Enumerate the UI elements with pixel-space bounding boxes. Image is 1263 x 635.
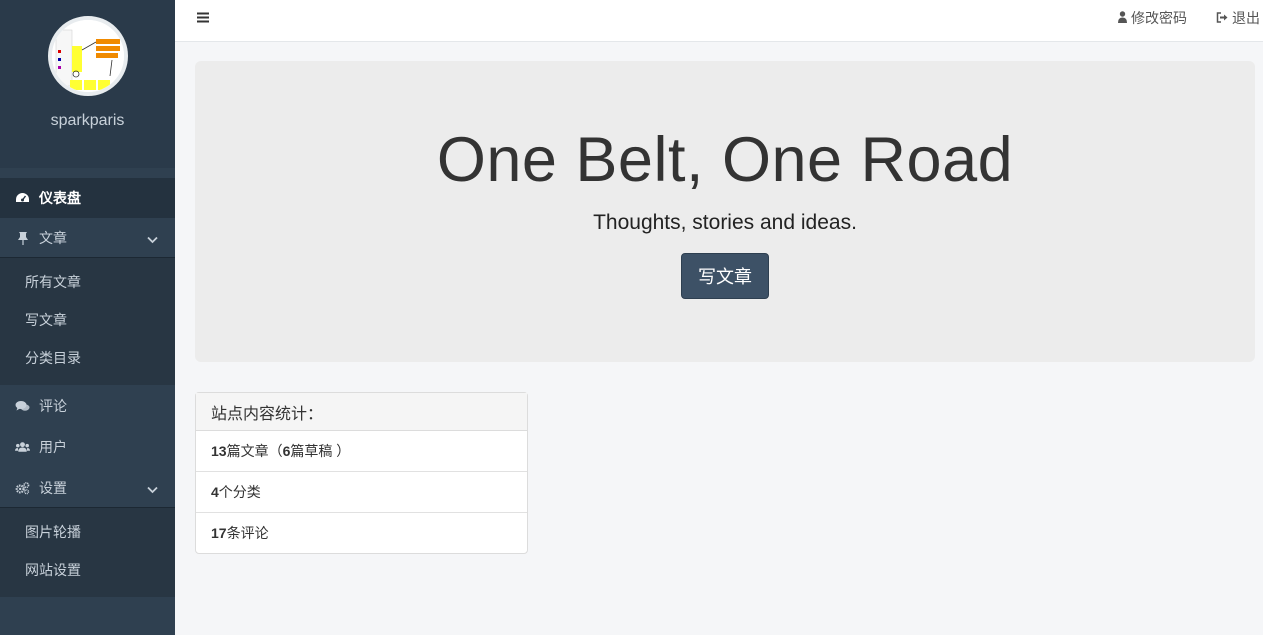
drafts-count: 6 — [282, 443, 291, 459]
chevron-down-icon — [147, 231, 158, 247]
comments-label: 条评论 — [226, 525, 269, 541]
comments-icon — [15, 399, 30, 414]
sidebar-item-label: 设置 — [39, 479, 67, 496]
write-article-button[interactable]: 写文章 — [681, 253, 769, 299]
stats-categories-row: 4 个分类 — [196, 472, 527, 513]
posts-count: 13 — [211, 443, 227, 459]
site-title: One Belt, One Road — [436, 125, 1014, 195]
logout-link[interactable]: 退出 — [1216, 8, 1260, 28]
articles-submenu: 所有文章 写文章 分类目录 — [0, 258, 175, 385]
logout-label: 退出 — [1232, 10, 1260, 26]
sign-out-icon — [1216, 10, 1232, 26]
stats-posts-row: 13 篇文章（ 6 篇草稿 ） — [196, 431, 527, 472]
sidebar-item-comments[interactable]: 评论 — [0, 386, 175, 426]
settings-submenu: 图片轮播 网站设置 — [0, 508, 175, 597]
jumbotron: One Belt, One Road Thoughts, stories and… — [195, 61, 1255, 362]
change-password-label: 修改密码 — [1131, 10, 1187, 26]
menu-divider — [0, 168, 175, 178]
avatar[interactable] — [47, 16, 128, 96]
drafts-label: 篇草稿 ） — [290, 443, 351, 459]
sidebar-item-label: 文章 — [39, 229, 67, 246]
sidebar-item-dashboard[interactable]: 仪表盘 — [0, 178, 175, 218]
stats-panel: 站点内容统计： 13 篇文章（ 6 篇草稿 ） 4 个分类 17 条评论 — [195, 392, 528, 554]
stats-comments-row: 17 条评论 — [196, 513, 527, 553]
user-icon — [1118, 10, 1131, 26]
sidebar-item-label: 仪表盘 — [39, 190, 81, 206]
sidebar-subitem-slides[interactable]: 图片轮播 — [0, 513, 175, 551]
categories-count: 4 — [211, 484, 219, 500]
sidebar: sparkparis 仪表盘 文章 所有文章 写文章 分类目录 评论 用户 设置… — [0, 0, 175, 635]
username: sparkparis — [50, 112, 125, 129]
stats-heading: 站点内容统计： — [196, 393, 527, 431]
thumbtack-icon — [15, 230, 30, 245]
users-icon — [15, 440, 30, 455]
dashboard-icon — [15, 191, 30, 206]
sidebar-subitem-site-settings[interactable]: 网站设置 — [0, 551, 175, 589]
sidebar-item-articles[interactable]: 文章 — [0, 218, 175, 258]
cogs-icon — [15, 480, 30, 495]
sidebar-subitem-categories[interactable]: 分类目录 — [0, 339, 175, 377]
categories-label: 个分类 — [218, 484, 261, 500]
bars-icon[interactable] — [197, 10, 209, 28]
sidebar-subitem-write-article[interactable]: 写文章 — [0, 301, 175, 339]
site-subtitle: Thoughts, stories and ideas. — [593, 211, 857, 234]
posts-label: 篇文章（ — [226, 443, 283, 459]
sidebar-item-settings[interactable]: 设置 — [0, 468, 175, 508]
comments-count: 17 — [211, 525, 227, 541]
chevron-down-icon — [147, 481, 158, 497]
topbar: 修改密码 退出 — [175, 0, 1263, 42]
profile: sparkparis — [0, 0, 175, 168]
change-password-link[interactable]: 修改密码 — [1118, 8, 1187, 28]
sidebar-item-label: 评论 — [39, 398, 67, 414]
sidebar-subitem-all-articles[interactable]: 所有文章 — [0, 263, 175, 301]
sidebar-item-users[interactable]: 用户 — [0, 427, 175, 467]
sidebar-item-label: 用户 — [39, 439, 67, 455]
